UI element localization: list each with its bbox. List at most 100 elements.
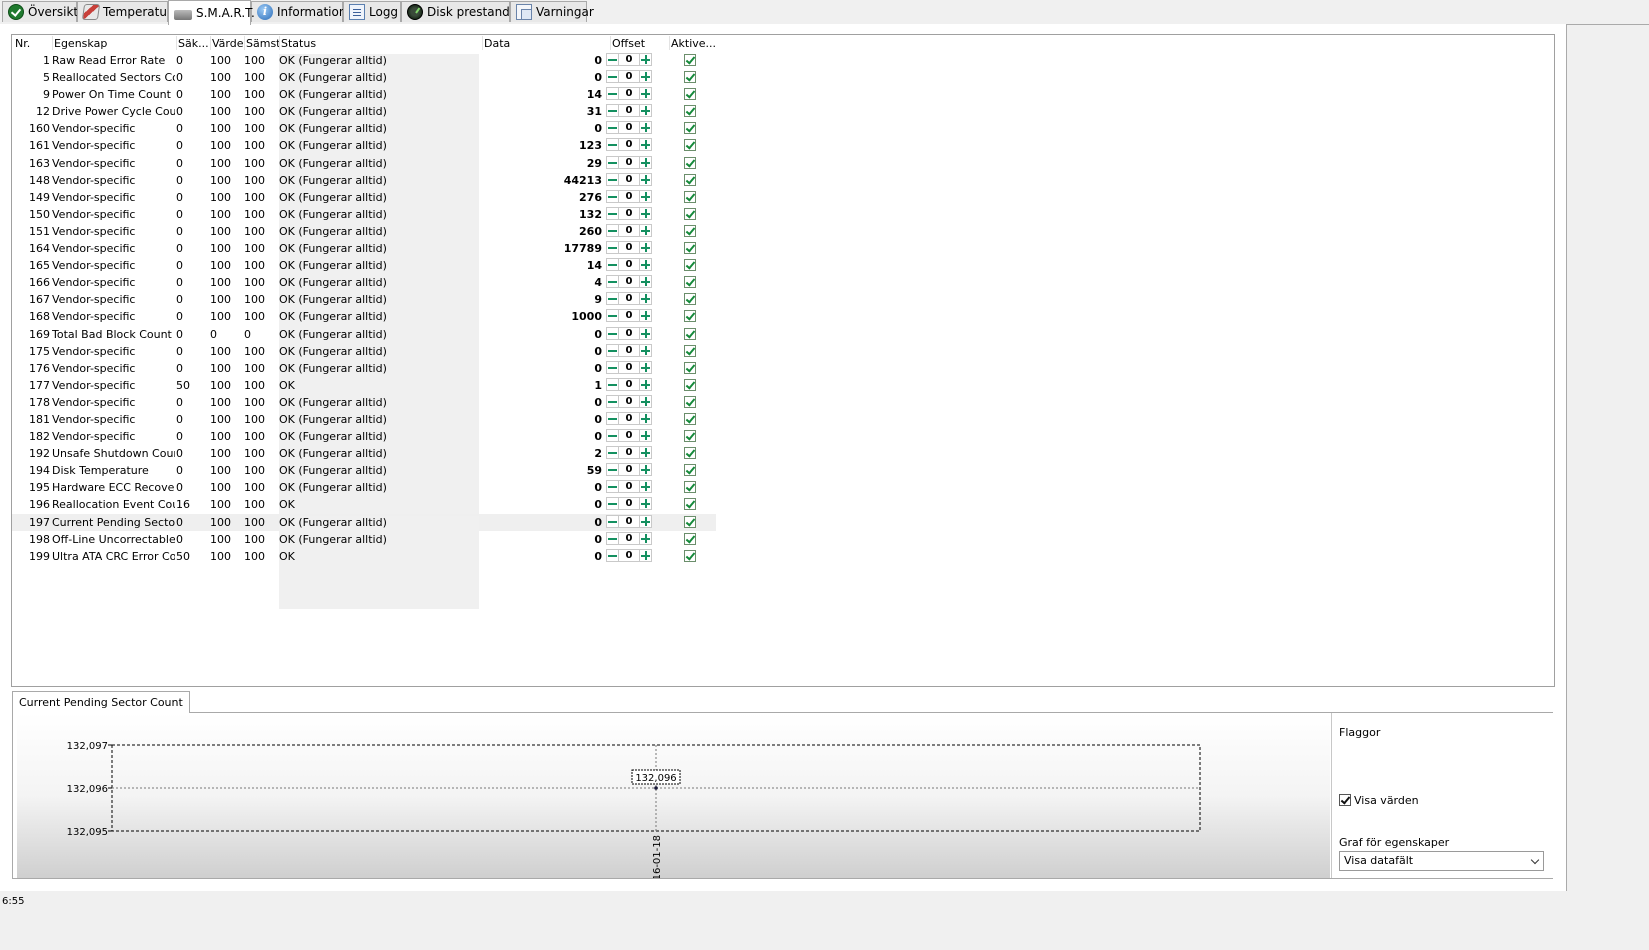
offset-value[interactable]: 0 bbox=[619, 155, 639, 169]
offset-decrease-button[interactable] bbox=[606, 326, 619, 340]
offset-value[interactable]: 0 bbox=[619, 326, 639, 340]
offset-value[interactable]: 0 bbox=[619, 343, 639, 357]
offset-value[interactable]: 0 bbox=[619, 463, 639, 477]
offset-decrease-button[interactable] bbox=[606, 172, 619, 186]
offset-decrease-button[interactable] bbox=[606, 87, 619, 101]
column-separator[interactable] bbox=[244, 36, 245, 50]
table-row[interactable]: 150 Vendor-specific 0 100 100 OK (Fungerar al… bbox=[12, 206, 716, 267]
column-separator[interactable] bbox=[482, 36, 483, 50]
offset-decrease-button[interactable] bbox=[606, 189, 619, 203]
offset-value[interactable]: 0 bbox=[619, 497, 639, 511]
tab-temperatur[interactable]: Temperatur bbox=[77, 1, 172, 22]
active-checkbox[interactable] bbox=[684, 224, 696, 237]
active-checkbox[interactable] bbox=[684, 361, 696, 374]
offset-increase-button[interactable] bbox=[639, 394, 652, 408]
offset-decrease-button[interactable] bbox=[606, 155, 619, 169]
active-checkbox[interactable] bbox=[684, 498, 696, 511]
offset-increase-button[interactable] bbox=[639, 121, 652, 135]
offset-value[interactable]: 0 bbox=[619, 446, 639, 460]
active-checkbox[interactable] bbox=[684, 464, 696, 477]
column-separator[interactable] bbox=[610, 36, 611, 50]
column-separator[interactable] bbox=[210, 36, 211, 50]
offset-increase-button[interactable] bbox=[639, 514, 652, 528]
offset-decrease-button[interactable] bbox=[606, 121, 619, 135]
offset-value[interactable]: 0 bbox=[619, 53, 639, 66]
table-row[interactable]: 164 Vendor-specific 0 100 100 OK (Fungerar al… bbox=[12, 240, 716, 302]
offset-value[interactable]: 0 bbox=[619, 548, 639, 562]
active-checkbox[interactable] bbox=[684, 259, 696, 272]
offset-decrease-button[interactable] bbox=[606, 138, 619, 152]
offset-value[interactable]: 0 bbox=[619, 514, 639, 528]
active-checkbox[interactable] bbox=[684, 481, 696, 494]
offset-increase-button[interactable] bbox=[639, 172, 652, 186]
offset-increase-button[interactable] bbox=[639, 138, 652, 152]
table-row[interactable]: 167 Vendor-specific 0 100 100 OK (Fungerar al… bbox=[12, 291, 716, 353]
active-checkbox[interactable] bbox=[684, 207, 696, 220]
table-row[interactable]: 175 Vendor-specific 0 100 100 OK (Fungerar al… bbox=[12, 343, 716, 404]
offset-value[interactable]: 0 bbox=[619, 241, 639, 255]
active-checkbox[interactable] bbox=[684, 105, 696, 118]
offset-value[interactable]: 0 bbox=[619, 206, 639, 220]
column-header-status[interactable]: Status bbox=[281, 37, 481, 50]
offset-decrease-button[interactable] bbox=[606, 377, 619, 391]
offset-increase-button[interactable] bbox=[639, 497, 652, 511]
offset-value[interactable]: 0 bbox=[619, 172, 639, 186]
offset-decrease-button[interactable] bbox=[606, 206, 619, 220]
table-row[interactable]: 165 Vendor-specific 0 100 100 OK (Fungerar al… bbox=[12, 257, 716, 319]
column-header-data[interactable]: Data bbox=[484, 37, 604, 50]
offset-decrease-button[interactable] bbox=[606, 497, 619, 511]
offset-increase-button[interactable] bbox=[639, 360, 652, 374]
active-checkbox[interactable] bbox=[684, 532, 696, 545]
offset-decrease-button[interactable] bbox=[606, 104, 619, 118]
offset-increase-button[interactable] bbox=[639, 241, 652, 255]
offset-decrease-button[interactable] bbox=[606, 446, 619, 460]
offset-decrease-button[interactable] bbox=[606, 429, 619, 443]
active-checkbox[interactable] bbox=[684, 447, 696, 460]
offset-increase-button[interactable] bbox=[639, 206, 652, 220]
offset-increase-button[interactable] bbox=[639, 70, 652, 84]
offset-decrease-button[interactable] bbox=[606, 411, 619, 425]
active-checkbox[interactable] bbox=[684, 515, 696, 528]
offset-decrease-button[interactable] bbox=[606, 531, 619, 545]
offset-increase-button[interactable] bbox=[639, 411, 652, 425]
offset-value[interactable]: 0 bbox=[619, 104, 639, 118]
offset-value[interactable]: 0 bbox=[619, 531, 639, 545]
active-checkbox[interactable] bbox=[684, 54, 696, 66]
offset-value[interactable]: 0 bbox=[619, 87, 639, 101]
column-header-property[interactable]: Egenskap bbox=[54, 37, 174, 50]
table-row[interactable]: 151 Vendor-specific 0 100 100 OK (Fungerar al… bbox=[12, 223, 716, 284]
table-row[interactable]: 168 Vendor-specific 0 100 100 OK (Fungerar al… bbox=[12, 308, 716, 370]
active-checkbox[interactable] bbox=[684, 190, 696, 203]
table-row[interactable]: 148 Vendor-specific 0 100 100 OK (Fungerar al… bbox=[12, 172, 716, 233]
offset-decrease-button[interactable] bbox=[606, 548, 619, 562]
data-point[interactable] bbox=[654, 786, 658, 790]
offset-decrease-button[interactable] bbox=[606, 258, 619, 272]
offset-value[interactable]: 0 bbox=[619, 292, 639, 306]
offset-decrease-button[interactable] bbox=[606, 309, 619, 323]
show-values-checkbox[interactable] bbox=[1339, 794, 1351, 806]
table-row[interactable]: 161 Vendor-specific 0 100 100 OK (Fungerar al… bbox=[12, 137, 716, 199]
table-row[interactable]: 160 Vendor-specific 0 100 100 OK (Fungerar al… bbox=[12, 120, 716, 182]
offset-increase-button[interactable] bbox=[639, 275, 652, 289]
offset-increase-button[interactable] bbox=[639, 377, 652, 391]
offset-increase-button[interactable] bbox=[639, 292, 652, 306]
offset-value[interactable]: 0 bbox=[619, 138, 639, 152]
offset-increase-button[interactable] bbox=[639, 548, 652, 562]
table-row[interactable]: 192 Unsafe Shutdown Count 0 100 100 OK (Funge… bbox=[12, 445, 716, 507]
offset-value[interactable]: 0 bbox=[619, 275, 639, 289]
table-row[interactable]: 178 Vendor-specific 0 100 100 OK (Fungerar al… bbox=[12, 394, 716, 455]
tab-varningar[interactable]: Varningar bbox=[510, 1, 594, 22]
column-header-worst[interactable]: Sämst bbox=[246, 37, 279, 50]
offset-increase-button[interactable] bbox=[639, 53, 652, 66]
offset-increase-button[interactable] bbox=[639, 326, 652, 340]
offset-decrease-button[interactable] bbox=[606, 70, 619, 84]
offset-value[interactable]: 0 bbox=[619, 429, 639, 443]
column-header-active[interactable]: Aktive... bbox=[671, 37, 715, 50]
show-values-label[interactable]: Visa värden bbox=[1354, 794, 1419, 807]
offset-value[interactable]: 0 bbox=[619, 70, 639, 84]
table-row[interactable]: 196Reallocation Event Count16100100OK00 bbox=[12, 496, 716, 558]
offset-decrease-button[interactable] bbox=[606, 223, 619, 237]
column-header-value[interactable]: Värde bbox=[212, 37, 244, 50]
active-checkbox[interactable] bbox=[684, 122, 696, 135]
active-checkbox[interactable] bbox=[684, 173, 696, 186]
